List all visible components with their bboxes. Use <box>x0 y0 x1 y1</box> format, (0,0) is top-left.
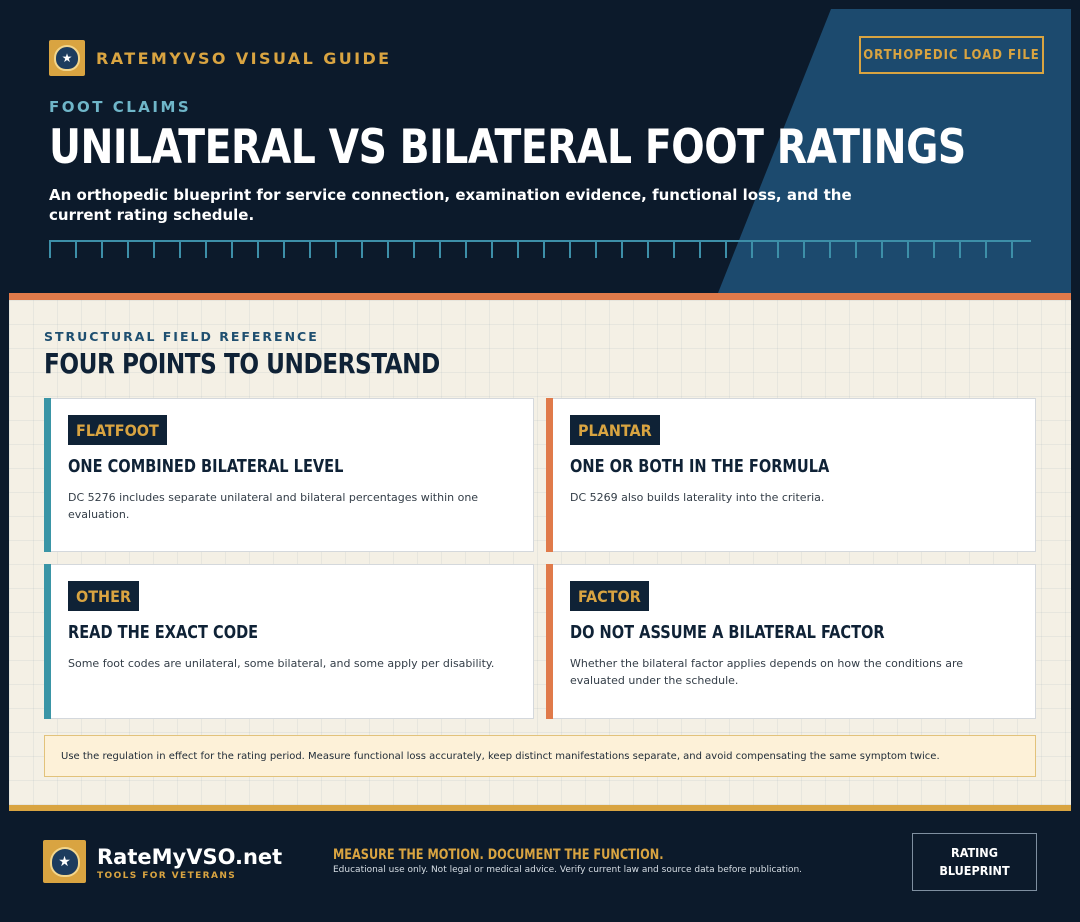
footer-disclaimer: Educational use only. Not legal or medic… <box>333 865 803 875</box>
card-factor: FACTOR DO NOT ASSUME A BILATERAL FACTOR … <box>546 564 1036 719</box>
card-tag: PLANTAR <box>570 415 660 445</box>
brand-title: RATEMYVSO VISUAL GUIDE <box>96 48 392 68</box>
rating-blueprint-stamp: RATING BLUEPRINT <box>912 833 1037 891</box>
card-body: Some foot codes are unilateral, some bil… <box>68 657 495 670</box>
card-plantar: PLANTAR ONE OR BOTH IN THE FORMULA DC 52… <box>546 398 1036 552</box>
shield-star-icon: ★ <box>49 40 85 76</box>
footer-motto: MEASURE THE MOTION. DOCUMENT THE FUNCTIO… <box>333 847 664 863</box>
stamp-line: BLUEPRINT <box>939 863 1010 878</box>
file-tag: ORTHOPEDIC LOAD FILE <box>859 36 1044 74</box>
card-tag: OTHER <box>68 581 140 611</box>
card-accent <box>44 398 51 552</box>
card-title: ONE OR BOTH IN THE FORMULA <box>570 456 830 477</box>
card-tag: FLATFOOT <box>68 415 167 445</box>
header-eyebrow: FOOT CLAIMS <box>49 98 192 116</box>
card-flatfoot: FLATFOOT ONE COMBINED BILATERAL LEVEL DC… <box>44 398 534 552</box>
section-title: FOUR POINTS TO UNDERSTAND <box>44 347 440 380</box>
header-stripe <box>9 293 1071 300</box>
brand: ★ RATEMYVSO VISUAL GUIDE <box>49 40 392 76</box>
section-eyebrow: STRUCTURAL FIELD REFERENCE <box>44 329 319 344</box>
card-accent <box>546 564 553 719</box>
card-tag: FACTOR <box>570 581 649 611</box>
footer: ★ RateMyVSO.net TOOLS FOR VETERANS MEASU… <box>0 811 1080 922</box>
card-body: Whether the bilateral factor applies dep… <box>570 657 964 687</box>
footer-brand[interactable]: RateMyVSO.net <box>97 845 282 869</box>
card-body: DC 5269 also builds laterality into the … <box>570 491 825 504</box>
footer-shield-star-icon: ★ <box>43 840 86 883</box>
ruler-divider <box>49 240 1031 258</box>
card-accent <box>44 564 51 719</box>
card-title: ONE COMBINED BILATERAL LEVEL <box>68 456 344 477</box>
card-title: DO NOT ASSUME A BILATERAL FACTOR <box>570 622 885 643</box>
page-title: UNILATERAL VS BILATERAL FOOT RATINGS <box>49 120 966 175</box>
card-accent <box>546 398 553 552</box>
stamp-line: RATING <box>951 845 998 860</box>
page-subtitle: An orthopedic blueprint for service conn… <box>49 186 852 224</box>
card-title: READ THE EXACT CODE <box>68 622 259 643</box>
regulation-note: Use the regulation in effect for the rat… <box>44 735 1036 777</box>
header: ★ RATEMYVSO VISUAL GUIDE ORTHOPEDIC LOAD… <box>0 0 1080 293</box>
footer-tagline: TOOLS FOR VETERANS <box>97 871 237 881</box>
card-other: OTHER READ THE EXACT CODE Some foot code… <box>44 564 534 719</box>
main-content: STRUCTURAL FIELD REFERENCE FOUR POINTS T… <box>9 300 1071 805</box>
card-body: DC 5276 includes separate unilateral and… <box>68 491 479 521</box>
